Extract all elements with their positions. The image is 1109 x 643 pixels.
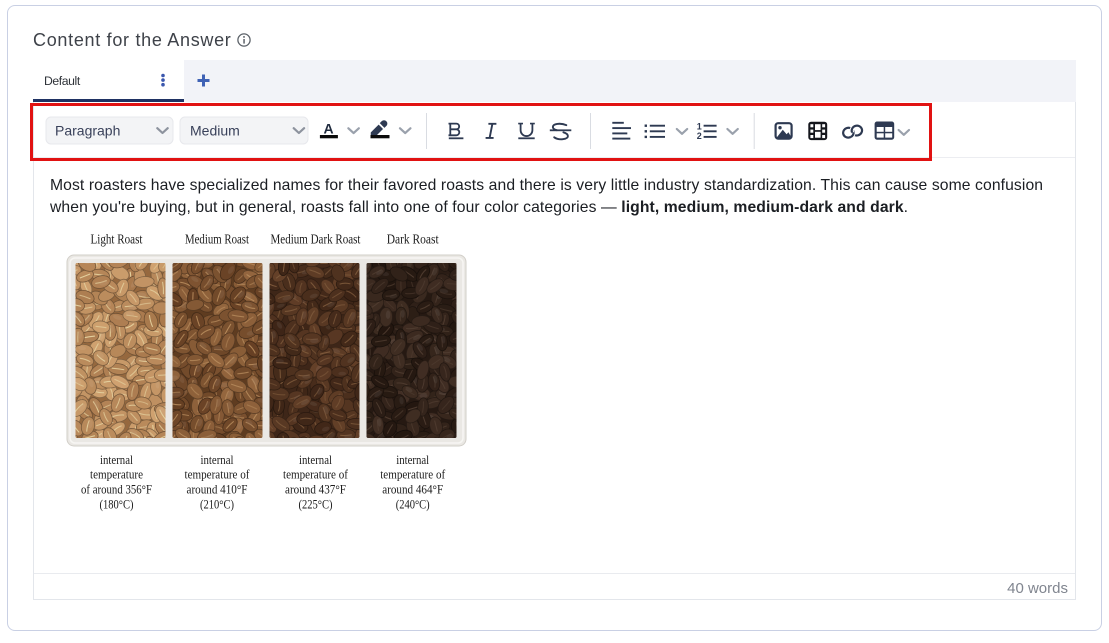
svg-text:Medium Dark Roast: Medium Dark Roast <box>271 233 361 248</box>
svg-text:internal: internal <box>299 452 332 467</box>
svg-text:Dark Roast: Dark Roast <box>387 233 439 248</box>
svg-text:temperature of: temperature of <box>185 467 251 482</box>
svg-text:of around 356°F: of around 356°F <box>81 481 152 496</box>
svg-text:(180°C): (180°C) <box>100 496 134 511</box>
svg-text:temperature of: temperature of <box>380 467 446 482</box>
svg-text:(225°C): (225°C) <box>299 496 333 511</box>
svg-text:(240°C): (240°C) <box>396 496 430 511</box>
svg-text:Medium Roast: Medium Roast <box>185 233 249 248</box>
svg-text:temperature of: temperature of <box>283 467 349 482</box>
svg-text:temperature: temperature <box>90 467 143 482</box>
svg-text:internal: internal <box>100 452 133 467</box>
svg-text:Light Roast: Light Roast <box>91 233 143 248</box>
svg-text:(210°C): (210°C) <box>200 496 234 511</box>
svg-text:around 464°F: around 464°F <box>382 481 443 496</box>
svg-text:around 437°F: around 437°F <box>285 481 346 496</box>
svg-text:internal: internal <box>201 452 234 467</box>
svg-text:internal: internal <box>396 452 429 467</box>
svg-text:around 410°F: around 410°F <box>187 481 248 496</box>
